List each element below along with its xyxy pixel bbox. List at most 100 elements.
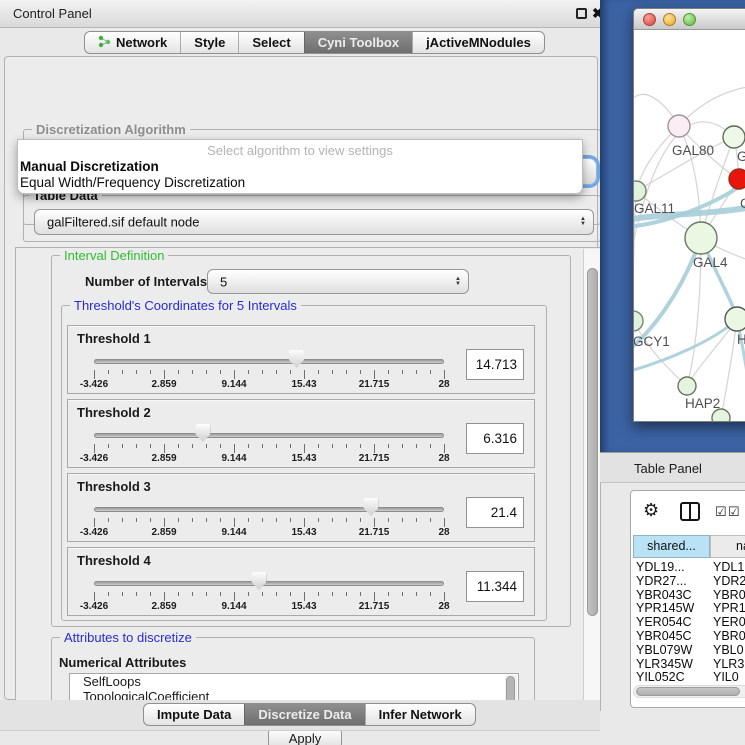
network-node[interactable] xyxy=(685,222,717,254)
slider-track[interactable] xyxy=(94,433,444,438)
tab-infer-network[interactable]: Infer Network xyxy=(365,704,475,725)
slider-thumb[interactable] xyxy=(195,424,210,442)
checkbox-icon[interactable]: ☑ xyxy=(715,504,727,520)
table-row[interactable]: YBR043CYBR0 xyxy=(631,588,745,602)
slider-tick-labels: -3.4262.8599.14415.4321.71528 xyxy=(94,527,444,539)
split-columns-icon[interactable] xyxy=(680,502,700,521)
float-window-icon[interactable] xyxy=(576,8,587,19)
tab-label: Select xyxy=(252,35,290,50)
slider-track[interactable] xyxy=(94,507,444,512)
minor-tick xyxy=(346,592,347,596)
cell-shared-name: YPR145W xyxy=(636,601,694,615)
threshold-value-input[interactable]: 11.344 xyxy=(466,571,524,602)
cell-shared-name: YBR045C xyxy=(636,629,692,643)
minimize-traffic-light[interactable] xyxy=(663,13,676,26)
minor-tick xyxy=(388,518,389,522)
major-tick xyxy=(234,518,235,527)
minor-tick xyxy=(150,370,151,374)
node-label: GCY1 xyxy=(634,334,670,349)
close-traffic-light[interactable] xyxy=(643,13,656,26)
table-row[interactable]: YBL079WYBL0 xyxy=(631,643,745,657)
minor-tick xyxy=(360,444,361,448)
minor-tick xyxy=(416,518,417,522)
network-node[interactable] xyxy=(634,311,643,331)
number-of-intervals-value: 5 xyxy=(220,274,227,289)
major-tick xyxy=(234,444,235,453)
tick-label: 21.715 xyxy=(359,379,390,390)
major-tick xyxy=(374,370,375,379)
network-node[interactable] xyxy=(712,409,730,422)
scrollbar-thumb[interactable] xyxy=(587,268,598,616)
tab-select[interactable]: Select xyxy=(238,32,303,53)
attribute-item[interactable]: SelfLoops xyxy=(70,674,518,689)
table-row[interactable]: YLR345WYLR3 xyxy=(631,657,745,671)
table-row[interactable]: YBR045CYBR0 xyxy=(631,629,745,643)
tick-label: 15.43 xyxy=(291,601,316,612)
minor-tick xyxy=(402,518,403,522)
slider-track[interactable] xyxy=(94,359,444,364)
tick-label: 28 xyxy=(438,453,449,464)
table-data-combobox[interactable]: galFiltered.sif default node ▲▼ xyxy=(34,209,594,235)
minor-tick xyxy=(108,518,109,522)
slider-thumb[interactable] xyxy=(251,572,266,590)
minor-tick xyxy=(416,592,417,596)
gear-icon[interactable]: ⚙ xyxy=(643,500,659,521)
network-graph[interactable]: GAL80GACGAL11GAL4GCY1HHAP2 xyxy=(634,30,745,422)
table-row[interactable]: YDR27...YDR2 xyxy=(631,574,745,588)
tick-label: 15.43 xyxy=(291,453,316,464)
network-node[interactable] xyxy=(729,169,745,189)
tab-network[interactable]: Network xyxy=(85,32,180,53)
tab-discretize-data[interactable]: Discretize Data xyxy=(244,704,364,725)
tick-label: 9.144 xyxy=(221,527,246,538)
slider-thumb[interactable] xyxy=(363,498,378,516)
network-node[interactable] xyxy=(668,115,690,137)
tab-impute-data[interactable]: Impute Data xyxy=(144,704,244,725)
slider-track[interactable] xyxy=(94,581,444,586)
minor-tick xyxy=(332,444,333,448)
horizontal-scrollbar[interactable] xyxy=(633,685,745,698)
threshold-value-input[interactable]: 14.713 xyxy=(466,349,524,380)
tab-cyni-toolbox[interactable]: Cyni Toolbox xyxy=(304,32,412,53)
major-tick xyxy=(164,592,165,601)
tick-label: -3.426 xyxy=(80,601,108,612)
cell-name: YPR1 xyxy=(713,601,745,615)
column-header-shared-name[interactable]: shared... xyxy=(633,535,710,558)
minor-tick xyxy=(402,444,403,448)
column-header-name[interactable]: na xyxy=(710,535,745,558)
minor-tick xyxy=(318,592,319,596)
table-panel-title: Table Panel xyxy=(634,461,702,476)
threshold-value-input[interactable]: 21.4 xyxy=(466,497,524,528)
table-row[interactable]: YDL19...YDL1 xyxy=(631,560,745,574)
cell-name: YLR3 xyxy=(713,657,744,671)
table-row[interactable]: YPR145W YPR1 xyxy=(631,601,745,615)
minor-tick xyxy=(332,592,333,596)
tab-label: Cyni Toolbox xyxy=(318,35,399,50)
tick-label: 9.144 xyxy=(221,453,246,464)
tab-style[interactable]: Style xyxy=(180,32,238,53)
scrollbar-thumb[interactable] xyxy=(636,687,740,696)
network-view-window[interactable]: GAL80GACGAL11GAL4GCY1HHAP2 xyxy=(633,8,745,422)
network-window-titlebar xyxy=(634,9,745,30)
node-label: H xyxy=(737,332,745,347)
network-canvas[interactable]: GAL80GACGAL11GAL4GCY1HHAP2 xyxy=(634,30,745,422)
table-row[interactable]: YER054CYER0 xyxy=(631,615,745,629)
number-of-intervals-combobox[interactable]: 5 ▲▼ xyxy=(207,269,469,294)
algorithm-option-equal-width[interactable]: Equal Width/Frequency Discretization xyxy=(18,175,582,191)
network-node[interactable] xyxy=(725,307,745,331)
tab-jactivemnodules[interactable]: jActiveMNodules xyxy=(412,32,544,53)
slider-thumb[interactable] xyxy=(289,350,304,368)
zoom-traffic-light[interactable] xyxy=(683,13,696,26)
major-tick xyxy=(374,444,375,453)
vertical-scrollbar[interactable] xyxy=(583,249,600,710)
major-tick xyxy=(234,592,235,601)
threshold-value-input[interactable]: 6.316 xyxy=(466,423,524,454)
algorithm-option-manual[interactable]: Manual Discretization xyxy=(18,159,582,175)
cell-name: YDR2 xyxy=(713,574,745,588)
table-row[interactable]: YIL052CYIL0 xyxy=(631,670,745,684)
minor-tick xyxy=(332,518,333,522)
checkbox-icon[interactable]: ☑ xyxy=(728,504,740,520)
network-node[interactable] xyxy=(723,126,745,148)
network-node[interactable] xyxy=(678,377,696,395)
major-tick xyxy=(164,444,165,453)
algorithm-prompt: Select algorithm to view settings xyxy=(18,143,582,159)
